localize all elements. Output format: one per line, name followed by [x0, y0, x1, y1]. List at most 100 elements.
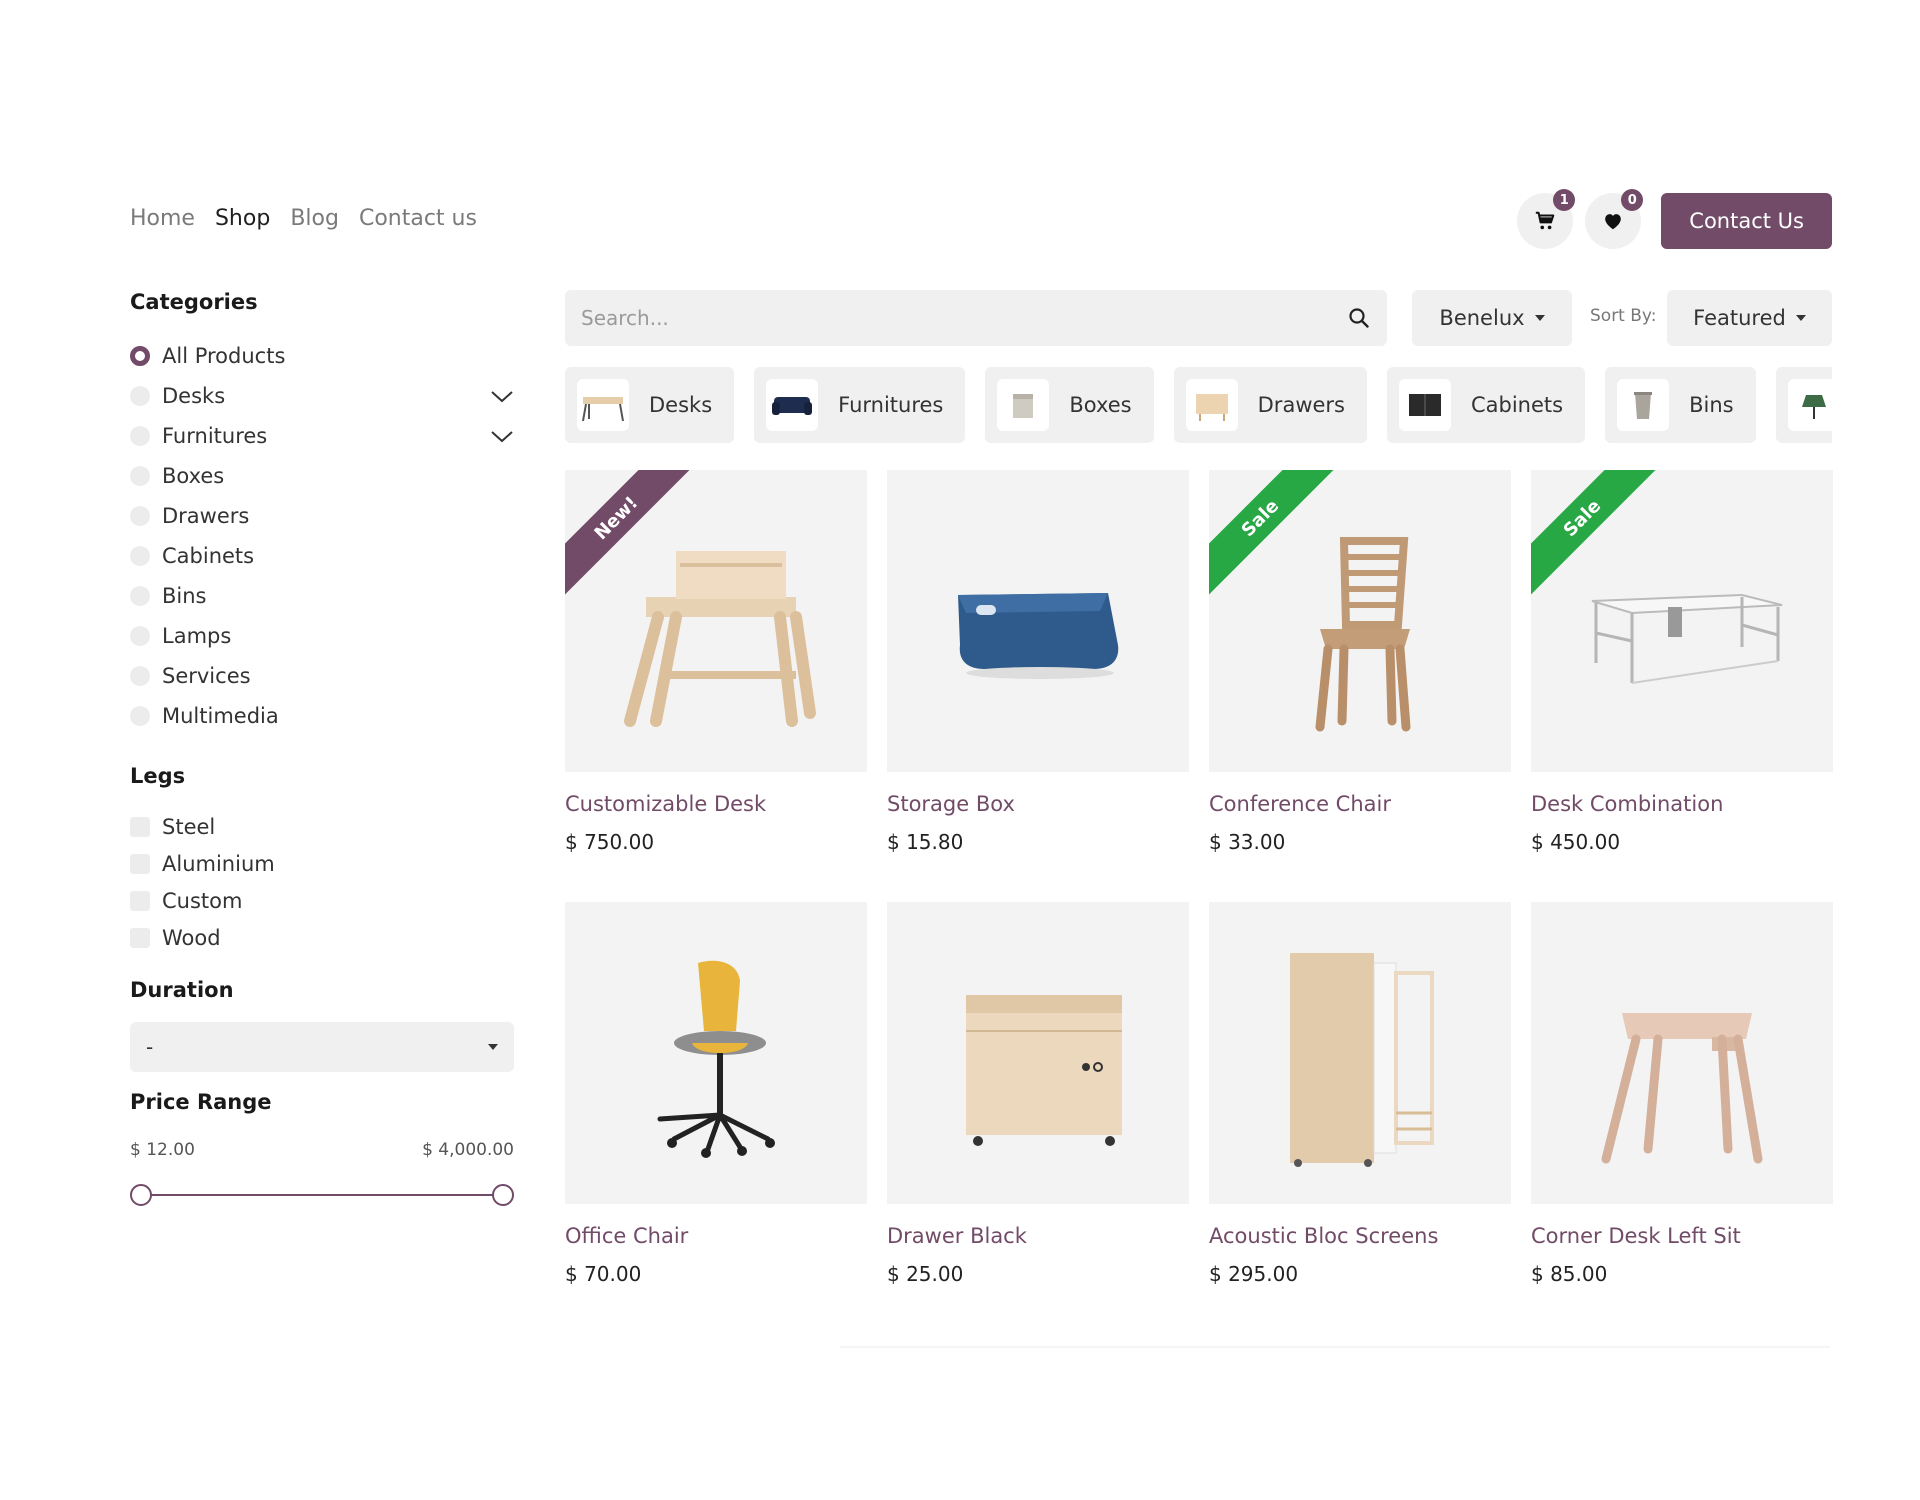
- radio[interactable]: [130, 626, 150, 646]
- product-image[interactable]: [887, 902, 1189, 1204]
- radio[interactable]: [130, 426, 150, 446]
- checkbox[interactable]: [130, 853, 150, 874]
- corner-desk-illustration: [1601, 1013, 1763, 1164]
- chip-drawers[interactable]: Drawers: [1173, 367, 1367, 443]
- nav-contact-link[interactable]: Contact us: [359, 206, 477, 231]
- chip-desks[interactable]: Desks: [565, 367, 735, 443]
- category-item-bins[interactable]: Bins: [130, 576, 514, 616]
- legs-option-steel[interactable]: Steel: [130, 808, 514, 845]
- product-name[interactable]: Corner Desk Left Sit: [1531, 1224, 1833, 1248]
- radio[interactable]: [130, 666, 150, 686]
- product-image[interactable]: [565, 902, 867, 1204]
- product-card[interactable]: Storage Box $ 15.80: [887, 470, 1189, 854]
- product-name[interactable]: Desk Combination: [1531, 792, 1833, 816]
- product-card[interactable]: Acoustic Bloc Screens $ 295.00: [1209, 902, 1511, 1286]
- product-name[interactable]: Acoustic Bloc Screens: [1209, 1224, 1511, 1248]
- category-item-services[interactable]: Services: [130, 656, 514, 696]
- product-name[interactable]: Drawer Black: [887, 1224, 1189, 1248]
- chip-label: Drawers: [1257, 393, 1345, 417]
- product-image[interactable]: [887, 470, 1189, 772]
- product-card[interactable]: Corner Desk Left Sit $ 85.00: [1531, 902, 1833, 1286]
- product-image[interactable]: [1209, 902, 1511, 1204]
- wishlist-button[interactable]: 0: [1585, 189, 1644, 249]
- product-price: $ 85.00: [1531, 1262, 1608, 1286]
- divider: [840, 1346, 1830, 1348]
- category-label: Multimedia: [162, 704, 279, 728]
- category-item-boxes[interactable]: Boxes: [130, 456, 514, 496]
- product-image[interactable]: [1531, 902, 1833, 1204]
- duration-select[interactable]: -: [130, 1022, 514, 1072]
- product-name[interactable]: Office Chair: [565, 1224, 867, 1248]
- chip-lamps[interactable]: [1775, 367, 1832, 443]
- search-bar: [565, 290, 1387, 346]
- category-label: Furnitures: [162, 424, 268, 448]
- search-icon[interactable]: [1347, 306, 1371, 330]
- nav-shop-link[interactable]: Shop: [215, 206, 270, 231]
- main-nav: Home Shop Blog Contact us: [130, 206, 477, 231]
- desk-combination-illustration: [1591, 593, 1783, 684]
- storage-box-illustration: [958, 593, 1119, 679]
- product-name[interactable]: Storage Box: [887, 792, 1189, 816]
- cart-icon: [1536, 211, 1555, 230]
- category-label: Bins: [162, 584, 207, 608]
- radio[interactable]: [130, 706, 150, 726]
- product-name[interactable]: Conference Chair: [1209, 792, 1511, 816]
- radio[interactable]: [130, 546, 150, 566]
- radio[interactable]: [130, 386, 150, 406]
- chip-boxes[interactable]: Boxes: [985, 367, 1154, 443]
- caret-down-icon: [1534, 315, 1545, 321]
- category-label: Lamps: [162, 624, 232, 648]
- category-item-all-products[interactable]: All Products: [130, 336, 514, 376]
- category-item-cabinets[interactable]: Cabinets: [130, 536, 514, 576]
- product-card[interactable]: Drawer Black $ 25.00: [887, 902, 1189, 1286]
- chip-cabinets[interactable]: Cabinets: [1386, 367, 1586, 443]
- radio[interactable]: [130, 586, 150, 606]
- category-item-multimedia[interactable]: Multimedia: [130, 696, 514, 736]
- checkbox[interactable]: [130, 816, 150, 837]
- chevron-down-icon[interactable]: [490, 386, 514, 406]
- slider-max-handle[interactable]: [492, 1184, 514, 1206]
- radio[interactable]: [130, 466, 150, 486]
- nav-home-link[interactable]: Home: [130, 206, 195, 231]
- product-image[interactable]: New!: [565, 470, 867, 772]
- chip-label: Boxes: [1069, 393, 1132, 417]
- category-label: Services: [162, 664, 251, 688]
- price-range-slider[interactable]: [130, 1184, 514, 1206]
- product-image[interactable]: Sale: [1531, 470, 1833, 772]
- checkbox[interactable]: [130, 890, 150, 911]
- legs-option-wood[interactable]: Wood: [130, 919, 514, 956]
- slider-min-handle[interactable]: [130, 1184, 152, 1206]
- category-item-furnitures[interactable]: Furnitures: [130, 416, 514, 456]
- product-card[interactable]: New! Customizable Desk $ 750.00: [565, 470, 867, 854]
- product-card[interactable]: Office Chair $ 70.00: [565, 902, 867, 1286]
- product-card[interactable]: Sale Desk Combination $ 450.00: [1531, 470, 1833, 854]
- product-price: $ 750.00: [565, 830, 655, 854]
- chip-bins[interactable]: Bins: [1605, 367, 1756, 443]
- chevron-down-icon[interactable]: [490, 426, 514, 446]
- chip-label: Furnitures: [838, 393, 944, 417]
- bin-thumbnail-icon: [1617, 379, 1670, 431]
- product-image[interactable]: Sale: [1209, 470, 1511, 772]
- product-name[interactable]: Customizable Desk: [565, 792, 867, 816]
- radio[interactable]: [130, 506, 150, 526]
- radio-selected[interactable]: [130, 346, 150, 366]
- checkbox[interactable]: [130, 927, 150, 948]
- category-label: Drawers: [162, 504, 250, 528]
- legs-option-aluminium[interactable]: Aluminium: [130, 845, 514, 882]
- sort-dropdown[interactable]: Featured: [1667, 290, 1832, 346]
- cart-button[interactable]: 1: [1517, 189, 1576, 249]
- sort-by-label: Sort By:: [1590, 306, 1657, 326]
- nav-blog-link[interactable]: Blog: [290, 206, 339, 231]
- category-item-desks[interactable]: Desks: [130, 376, 514, 416]
- acoustic-screens-illustration: [1290, 953, 1434, 1167]
- chip-label: Desks: [649, 393, 713, 417]
- product-card[interactable]: Sale Conference Chair $ 33.00: [1209, 470, 1511, 854]
- contact-us-button[interactable]: Contact Us: [1661, 193, 1832, 249]
- legs-option-custom[interactable]: Custom: [130, 882, 514, 919]
- search-input[interactable]: [581, 306, 1347, 330]
- category-item-lamps[interactable]: Lamps: [130, 616, 514, 656]
- category-item-drawers[interactable]: Drawers: [130, 496, 514, 536]
- pricelist-dropdown[interactable]: Benelux: [1412, 290, 1572, 346]
- chip-furnitures[interactable]: Furnitures: [754, 367, 966, 443]
- pricelist-value: Benelux: [1439, 306, 1525, 330]
